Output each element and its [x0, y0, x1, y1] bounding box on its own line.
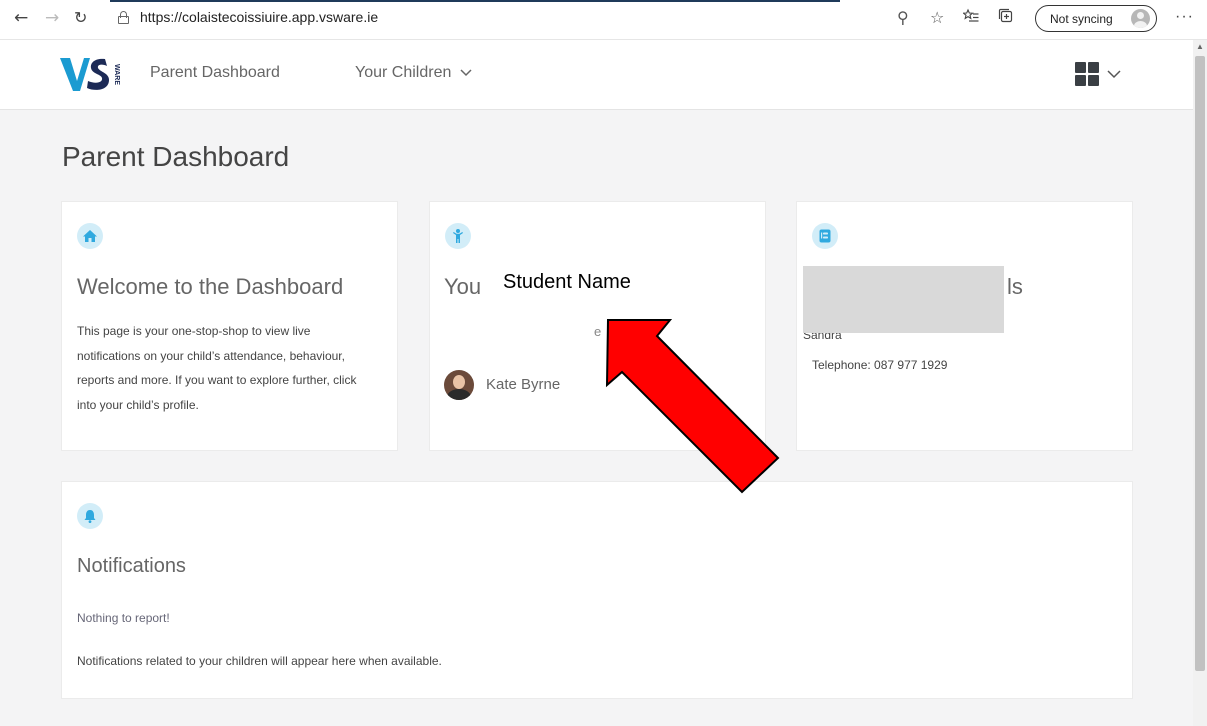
contact-details-card: ls Sandra Telephone: 087 977 1929 [796, 201, 1133, 451]
contact-name-fragment: Sandra [803, 333, 842, 341]
page-scrollbar[interactable]: ▲ [1193, 40, 1207, 726]
grid-icon [1075, 62, 1099, 86]
welcome-description: This page is your one-stop-shop to view … [77, 324, 357, 412]
chevron-down-icon [460, 69, 472, 76]
bell-icon [77, 503, 103, 529]
nav-parent-dashboard[interactable]: Parent Dashboard [150, 64, 280, 82]
your-children-title: You [444, 274, 482, 299]
profile-sync-button[interactable]: Not syncing [1035, 5, 1157, 32]
notifications-description: Notifications related to your children w… [77, 654, 442, 668]
nav-your-children[interactable]: Your Children [355, 64, 472, 82]
child-avatar [444, 370, 474, 400]
url-host: colaistecoissiuire.app.vsware.ie [182, 9, 379, 25]
scrollbar-thumb[interactable] [1195, 56, 1205, 671]
contact-telephone: Telephone: 087 977 1929 [812, 358, 948, 372]
child-name: Kate Byrne [486, 376, 561, 393]
redacted-region [803, 266, 1004, 333]
url-scheme: https:// [140, 9, 183, 25]
red-arrow-annotation [605, 319, 780, 494]
welcome-title: Welcome to the Dashboard [77, 274, 344, 299]
contact-book-icon [812, 223, 838, 249]
more-options-icon[interactable]: ··· [1175, 8, 1194, 26]
child-icon [445, 223, 471, 249]
address-bar[interactable]: https://colaistecoissiuire.app.vsware.ie [140, 9, 378, 25]
notifications-empty-state: Nothing to report! [77, 611, 170, 625]
app-header: WARE Parent Dashboard Your Children [0, 40, 1193, 110]
chevron-down-icon [1107, 70, 1121, 79]
svg-text:WARE: WARE [113, 64, 120, 85]
page-title: Parent Dashboard [62, 141, 290, 172]
favorites-icon[interactable] [962, 8, 979, 28]
nav-your-children-label: Your Children [355, 64, 452, 81]
scroll-up-arrow-icon[interactable]: ▲ [1196, 42, 1204, 51]
contact-title-fragment: ls [1007, 274, 1023, 299]
key-icon[interactable]: ⚲ [897, 8, 909, 27]
notifications-title: Notifications [77, 555, 186, 577]
address-bar-underline [110, 0, 840, 2]
student-name-annotation: Student Name [503, 271, 631, 293]
lock-icon[interactable] [118, 11, 129, 24]
apps-menu-button[interactable] [1075, 62, 1131, 88]
profile-avatar-icon [1131, 9, 1150, 28]
reload-icon[interactable]: ↻ [74, 8, 87, 28]
forward-arrow-icon[interactable]: → [45, 8, 59, 28]
collections-icon[interactable] [998, 8, 1014, 28]
browser-toolbar: ← → ↻ https://colaistecoissiuire.app.vsw… [0, 0, 1207, 40]
star-icon[interactable]: ☆ [930, 8, 944, 27]
notifications-card: Notifications Nothing to report! Notific… [61, 481, 1133, 699]
sync-status-label: Not syncing [1050, 12, 1113, 26]
back-arrow-icon[interactable]: ← [14, 8, 28, 28]
welcome-card: Welcome to the Dashboard This page is yo… [61, 201, 398, 451]
vsware-logo[interactable]: WARE [60, 53, 130, 95]
home-icon [77, 223, 103, 249]
